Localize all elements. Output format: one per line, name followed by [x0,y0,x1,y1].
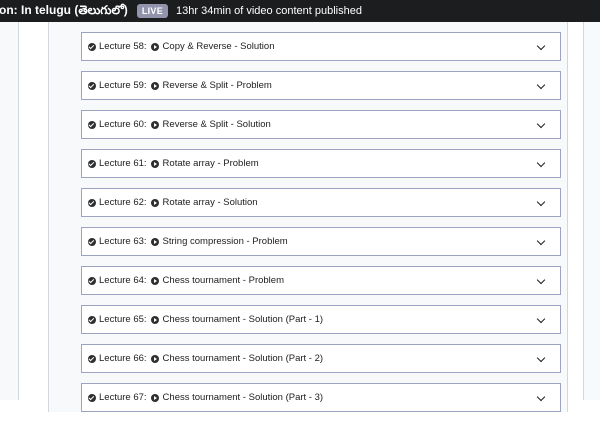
lecture-number: Lecture 59: [99,80,147,91]
chevron-down-icon[interactable] [536,236,546,246]
play-circle-icon [150,42,159,51]
play-circle-icon [150,120,159,129]
play-circle-icon [150,354,159,363]
chevron-down-icon[interactable] [536,41,546,51]
check-circle-icon [88,276,96,285]
chevron-down-icon[interactable] [536,197,546,207]
chevron-down-icon[interactable] [536,314,546,324]
lecture-item[interactable]: Lecture 67: Chess tournament - Solution … [81,383,561,412]
check-circle-icon [88,198,96,207]
lecture-item[interactable]: Lecture 60: Reverse & Split - Solution [81,110,561,139]
lecture-title: String compression - Problem [162,236,288,247]
chevron-down-icon[interactable] [536,275,546,285]
lecture-title: Rotate array - Problem [162,158,259,169]
lecture-title: Rotate array - Solution [162,197,258,208]
lecture-number: Lecture 67: [99,392,147,403]
lecture-title: Chess tournament - Solution (Part - 3) [162,392,324,403]
lecture-list: Lecture 58: Copy & Reverse - Solution Le… [81,32,561,422]
lecture-item[interactable]: Lecture 61: Rotate array - Problem [81,149,561,178]
lecture-item[interactable]: Lecture 65: Chess tournament - Solution … [81,305,561,334]
lecture-item[interactable]: Lecture 62: Rotate array - Solution [81,188,561,217]
lecture-number: Lecture 62: [99,197,147,208]
check-circle-icon [88,81,96,90]
lecture-number: Lecture 63: [99,236,147,247]
play-circle-icon [150,237,159,246]
play-circle-icon [150,393,159,402]
lecture-title: Chess tournament - Solution (Part - 1) [162,314,324,325]
lecture-number: Lecture 60: [99,119,147,130]
right-backdrop [583,22,600,400]
play-circle-icon [150,159,159,168]
course-header-bar: on: In telugu (తెలుగులో) LIVE 13hr 34min… [0,0,600,22]
published-content-info: 13hr 34min of video content published [176,5,362,17]
left-backdrop [0,22,19,400]
check-circle-icon [88,315,96,324]
check-circle-icon [88,237,96,246]
play-circle-icon [150,81,159,90]
play-circle-icon [150,276,159,285]
chevron-down-icon[interactable] [536,158,546,168]
lecture-title: Reverse & Split - Problem [162,80,272,91]
play-circle-icon [150,198,159,207]
lecture-number: Lecture 58: [99,41,147,52]
check-circle-icon [88,393,96,402]
lecture-title: Copy & Reverse - Solution [162,41,275,52]
play-circle-icon [150,315,159,324]
check-circle-icon [88,42,96,51]
lecture-item[interactable]: Lecture 66: Chess tournament - Solution … [81,344,561,373]
lecture-item[interactable]: Lecture 63: String compression - Problem [81,227,561,256]
chevron-down-icon[interactable] [536,119,546,129]
chevron-down-icon[interactable] [536,80,546,90]
chevron-down-icon[interactable] [536,353,546,363]
lecture-number: Lecture 64: [99,275,147,286]
lecture-item[interactable]: Lecture 58: Copy & Reverse - Solution [81,32,561,61]
live-badge: LIVE [136,4,169,18]
lecture-title: Chess tournament - Solution (Part - 2) [162,353,324,364]
lecture-number: Lecture 66: [99,353,147,364]
lecture-number: Lecture 61: [99,158,147,169]
course-title: on: In telugu (తెలుగులో) [0,2,128,17]
check-circle-icon [88,354,96,363]
lecture-item[interactable]: Lecture 64: Chess tournament - Problem [81,266,561,295]
lecture-item[interactable]: Lecture 59: Reverse & Split - Problem [81,71,561,100]
lecture-title: Chess tournament - Problem [162,275,284,286]
check-circle-icon [88,120,96,129]
check-circle-icon [88,159,96,168]
lecture-title: Reverse & Split - Solution [162,119,271,130]
lecture-number: Lecture 65: [99,314,147,325]
